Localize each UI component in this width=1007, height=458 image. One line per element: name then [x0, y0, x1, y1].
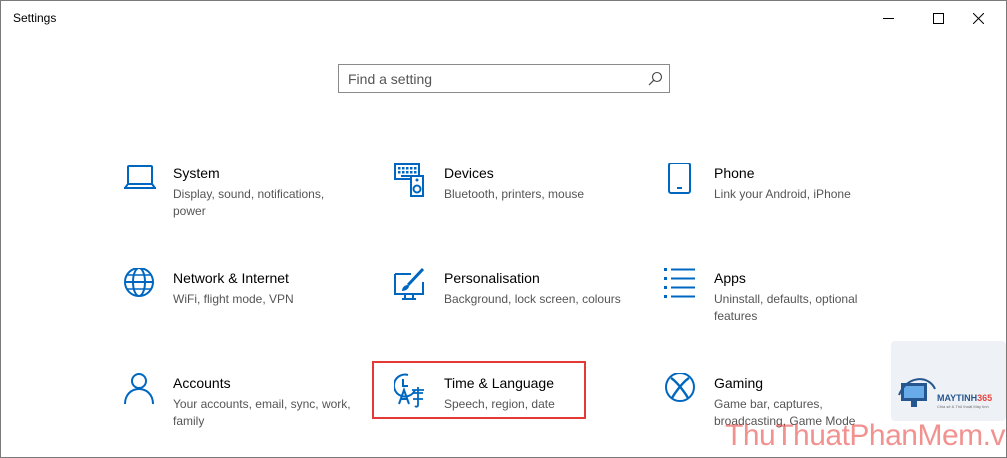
tile-accounts[interactable]: Accounts Your accounts, email, sync, wor…	[123, 373, 358, 443]
watermark-logo-icon	[898, 378, 936, 407]
close-button[interactable]	[955, 1, 1001, 35]
watermark-badge-brand: MAYTINH365	[937, 393, 993, 403]
tile-title: Devices	[444, 165, 494, 181]
phone-icon	[668, 163, 691, 194]
search-input[interactable]	[348, 70, 638, 88]
settings-window: Settings System Display, sound, notifica…	[0, 0, 1007, 458]
window-title: Settings	[13, 11, 57, 25]
highlight-box	[372, 361, 586, 419]
tile-system[interactable]: System Display, sound, notifications, po…	[123, 163, 358, 233]
tile-apps[interactable]: Apps Uninstall, defaults, optional featu…	[664, 268, 899, 338]
tile-personalisation[interactable]: Personalisation Background, lock screen,…	[394, 268, 629, 338]
minimize-button[interactable]	[865, 1, 911, 35]
title-bar[interactable]: Settings	[1, 1, 1006, 35]
tile-description: WiFi, flight mode, VPN	[173, 292, 294, 306]
tile-description: Display, sound, notifications, power	[173, 187, 325, 218]
tile-title: Network & Internet	[173, 270, 289, 286]
watermark-badge: MAYTINH365 Chia sẻ & Thủ thuật Máy tính	[891, 341, 1006, 421]
tile-description: Uninstall, defaults, optional features	[714, 292, 858, 323]
keyboard-speaker-icon	[394, 163, 424, 197]
tile-phone[interactable]: Phone Link your Android, iPhone	[664, 163, 899, 233]
paint-brush-icon	[394, 268, 425, 300]
maximize-icon	[932, 12, 944, 24]
search-box[interactable]	[338, 64, 670, 93]
xbox-icon	[665, 373, 695, 402]
globe-icon	[124, 268, 154, 297]
tile-network-internet[interactable]: Network & Internet WiFi, flight mode, VP…	[123, 268, 358, 338]
tile-description: Bluetooth, printers, mouse	[444, 187, 585, 201]
tile-description: Link your Android, iPhone	[714, 187, 851, 201]
tile-title: Personalisation	[444, 270, 540, 286]
tile-title: System	[173, 165, 220, 181]
watermark-site-text: ThuThuatPhanMem.vn	[725, 419, 1007, 452]
apps-list-icon	[664, 268, 695, 298]
tile-description: Background, lock screen, colours	[444, 292, 621, 306]
tile-title: Apps	[714, 270, 746, 286]
person-icon	[124, 373, 154, 405]
search-icon[interactable]	[648, 71, 663, 86]
laptop-icon	[124, 165, 156, 189]
close-icon	[972, 12, 984, 24]
tile-title: Gaming	[714, 375, 764, 391]
tile-description: Your accounts, email, sync, work, family	[173, 397, 351, 428]
tile-devices[interactable]: Devices Bluetooth, printers, mouse	[394, 163, 629, 233]
watermark-badge-tagline: Chia sẻ & Thủ thuật Máy tính	[937, 404, 989, 409]
tile-title: Phone	[714, 165, 755, 181]
minimize-icon	[882, 17, 894, 19]
tile-title: Accounts	[173, 375, 231, 391]
